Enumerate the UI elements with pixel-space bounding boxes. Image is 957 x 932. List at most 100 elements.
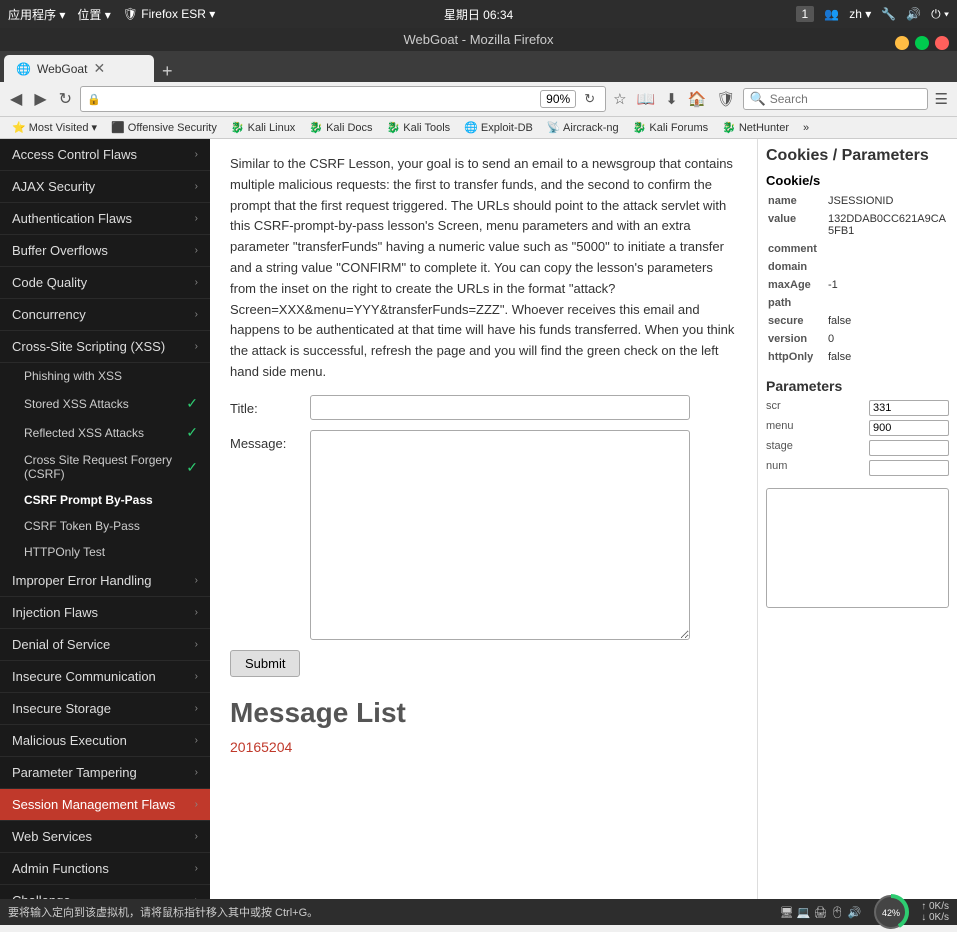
bookmark-more[interactable]: » <box>797 120 815 136</box>
back-button[interactable]: ◀ <box>6 87 26 111</box>
firefox-menu[interactable]: 🛡 Firefox ESR ▾ <box>123 7 216 21</box>
close-button[interactable] <box>935 36 949 50</box>
title-input[interactable] <box>310 395 690 420</box>
cookie-value <box>826 294 949 312</box>
settings-icon[interactable]: 🔧 <box>881 7 896 21</box>
bookmark-kali-forums[interactable]: 🐉 Kali Forums <box>627 119 714 136</box>
volume-icon[interactable]: 🔊 <box>906 7 921 21</box>
bookmark-nethunter[interactable]: 🐉 NetHunter <box>716 119 795 136</box>
new-tab-button[interactable]: + <box>156 61 179 82</box>
sidebar-item-18[interactable]: Insecure Storage› <box>0 693 210 725</box>
sidebar-subitem-label: Cross Site Request Forgery (CSRF) <box>24 453 186 481</box>
cookie-key: domain <box>766 258 826 276</box>
sidebar-arrow: › <box>195 575 198 586</box>
os-topbar-left: 应用程序 ▾ 位置 ▾ 🛡 Firefox ESR ▾ <box>8 6 215 23</box>
param-key: menu <box>766 420 794 436</box>
check-icon: ✓ <box>186 459 198 476</box>
sidebar-subitem-12[interactable]: CSRF Token By-Pass <box>0 513 210 539</box>
sidebar-subitem-11[interactable]: CSRF Prompt By-Pass <box>0 487 210 513</box>
sidebar-item-15[interactable]: Injection Flaws› <box>0 597 210 629</box>
message-row: Message: <box>230 430 737 640</box>
menu-icon[interactable]: ☰ <box>932 88 951 110</box>
tab-close-button[interactable]: ✕ <box>93 60 105 77</box>
zoom-badge: 90% <box>540 90 576 108</box>
cookie-row: value132DDAB0CC621A9CA5FB1 <box>766 210 949 240</box>
power-icon[interactable]: ⏻ ▾ <box>931 7 949 22</box>
download-icon[interactable]: ⬇ <box>662 88 681 110</box>
url-input[interactable]: localhost:8080/WebGoat/start.mvc#attack/… <box>105 92 536 106</box>
sidebar-item-17[interactable]: Insecure Communication› <box>0 661 210 693</box>
maximize-button[interactable] <box>915 36 929 50</box>
sidebar-item-6[interactable]: Cross-Site Scripting (XSS)› <box>0 331 210 363</box>
lang-menu[interactable]: zh ▾ <box>849 7 871 21</box>
sidebar-item-label: Denial of Service <box>12 637 110 652</box>
param-value-input[interactable] <box>869 440 949 456</box>
bookmark-most-visited[interactable]: ⭐ Most Visited ▾ <box>6 119 103 136</box>
sidebar-item-21[interactable]: Session Management Flaws› <box>0 789 210 821</box>
reader-mode-icon[interactable]: 📖 <box>634 88 659 110</box>
browser-tab-webgoat[interactable]: 🌐 WebGoat ✕ <box>4 55 154 82</box>
cookie-row: httpOnlyfalse <box>766 348 949 366</box>
sys-icons: 🖥 💻 🖨 🖱 🔊 <box>780 906 862 919</box>
sidebar-item-label: Injection Flaws <box>12 605 98 620</box>
browser-titlebar: WebGoat - Mozilla Firefox <box>0 28 957 51</box>
sidebar-subitem-13[interactable]: HTTPOnly Test <box>0 539 210 565</box>
sidebar-item-23[interactable]: Admin Functions› <box>0 853 210 885</box>
bookmark-kali-docs[interactable]: 🐉 Kali Docs <box>303 119 378 136</box>
sidebar-item-14[interactable]: Improper Error Handling › <box>0 565 210 597</box>
sidebar-arrow: › <box>195 671 198 682</box>
sidebar-arrow: › <box>195 799 198 810</box>
bookmark-aircrack[interactable]: 📡 Aircrack-ng <box>541 119 625 136</box>
sidebar-subitem-label: Reflected XSS Attacks <box>24 426 144 440</box>
sidebar-subitem-label: CSRF Token By-Pass <box>24 519 140 533</box>
sidebar-item-2[interactable]: Authentication Flaws› <box>0 203 210 235</box>
right-textarea[interactable] <box>766 488 949 608</box>
sidebar-subitem-7[interactable]: Phishing with XSS <box>0 363 210 389</box>
reload-url-button[interactable]: ↻ <box>580 89 599 109</box>
cookie-value <box>826 240 949 258</box>
bookmark-star-icon[interactable]: ☆ <box>610 88 629 110</box>
param-value-input[interactable] <box>869 460 949 476</box>
param-value-input[interactable] <box>869 420 949 436</box>
check-icon: ✓ <box>186 424 198 441</box>
submit-button[interactable]: Submit <box>230 650 300 677</box>
sidebar-item-20[interactable]: Parameter Tampering› <box>0 757 210 789</box>
bookmark-kali-linux[interactable]: 🐉 Kali Linux <box>225 119 301 136</box>
sidebar-subitem-10[interactable]: Cross Site Request Forgery (CSRF)✓ <box>0 447 210 487</box>
bookmark-exploit-db[interactable]: 🌐 Exploit-DB <box>458 119 539 136</box>
app-menu[interactable]: 应用程序 ▾ <box>8 6 65 23</box>
bookmark-offensive-security[interactable]: ⬛ Offensive Security <box>105 119 223 136</box>
home-icon[interactable]: 🏠 <box>685 88 710 110</box>
sidebar-item-label: Improper Error Handling <box>12 573 151 588</box>
reload-button[interactable]: ↻ <box>55 87 76 111</box>
shield-icon[interactable]: 🛡 <box>714 88 739 110</box>
search-bar[interactable]: 🔍 <box>743 88 928 110</box>
sidebar-item-3[interactable]: Buffer Overflows› <box>0 235 210 267</box>
sidebar-subitem-9[interactable]: Reflected XSS Attacks ✓ <box>0 418 210 447</box>
minimize-button[interactable] <box>895 36 909 50</box>
position-menu[interactable]: 位置 ▾ <box>77 6 110 23</box>
sidebar-item-1[interactable]: AJAX Security› <box>0 171 210 203</box>
cookie-key: path <box>766 294 826 312</box>
sidebar-arrow: › <box>195 703 198 714</box>
param-value-input[interactable] <box>869 400 949 416</box>
bookmark-kali-tools[interactable]: 🐉 Kali Tools <box>381 119 457 136</box>
forward-button[interactable]: ▶ <box>30 87 50 111</box>
sidebar-item-22[interactable]: Web Services› <box>0 821 210 853</box>
search-input[interactable] <box>770 92 910 106</box>
message-textarea[interactable] <box>310 430 690 640</box>
sidebar-item-0[interactable]: Access Control Flaws› <box>0 139 210 171</box>
sidebar-item-19[interactable]: Malicious Execution› <box>0 725 210 757</box>
main-area: Similar to the CSRF Lesson, your goal is… <box>210 139 757 899</box>
cookie-value <box>826 258 949 276</box>
sidebar-subitem-label: CSRF Prompt By-Pass <box>24 493 153 507</box>
url-bar[interactable]: 🔒 localhost:8080/WebGoat/start.mvc#attac… <box>80 86 606 112</box>
param-row: scr <box>766 400 949 416</box>
browser-content: Access Control Flaws›AJAX Security›Authe… <box>0 139 957 899</box>
sidebar-subitem-8[interactable]: Stored XSS Attacks✓ <box>0 389 210 418</box>
sidebar-item-16[interactable]: Denial of Service› <box>0 629 210 661</box>
sidebar-item-5[interactable]: Concurrency› <box>0 299 210 331</box>
sidebar-item-4[interactable]: Code Quality› <box>0 267 210 299</box>
sidebar-item-24[interactable]: Challenge› <box>0 885 210 899</box>
submit-row: Submit <box>230 650 737 677</box>
